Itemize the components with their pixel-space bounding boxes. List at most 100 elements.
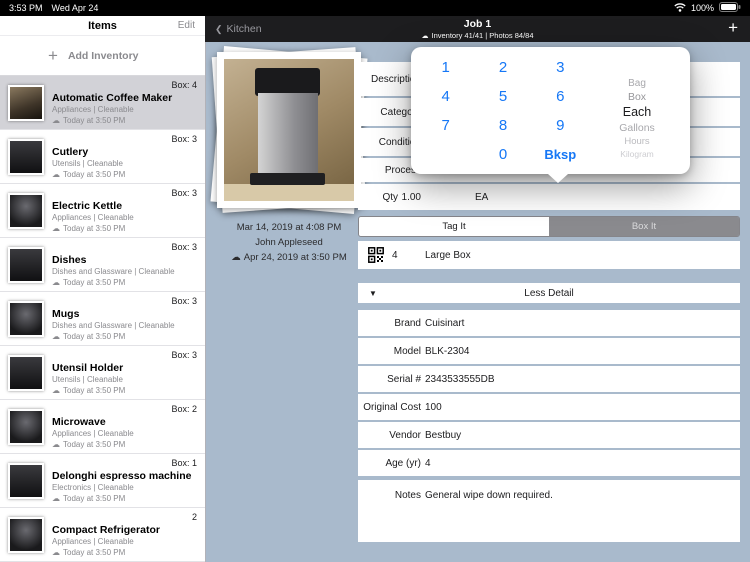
item-category: Appliances | Cleanable (52, 105, 134, 114)
numeric-keypad: 1 2 3 4 5 6 7 8 9 0 Bksp (417, 53, 589, 169)
brand-field[interactable]: Brand Cuisinart (358, 310, 740, 336)
age-field[interactable]: Age (yr) 4 (358, 450, 740, 476)
item-box-label: Box: 4 (171, 80, 197, 90)
list-item-cutlery[interactable]: Box: 3 Cutlery Utensils | Cleanable ☁ Tod… (0, 130, 205, 184)
photo-taken-date: Mar 14, 2019 at 4:08 PM (236, 222, 342, 233)
vendor-field[interactable]: Vendor Bestbuy (358, 422, 740, 448)
item-thumbnail (8, 301, 44, 337)
cloud-icon: ☁ (52, 278, 60, 287)
popover-arrow (548, 174, 568, 183)
item-thumbnail (8, 463, 44, 499)
item-photo-stack[interactable] (210, 46, 368, 214)
unit-option-gallons[interactable]: Gallons (592, 121, 682, 135)
model-value[interactable]: BLK-2304 (425, 346, 469, 357)
item-synced: Today at 3:50 PM (63, 224, 126, 233)
notes-field[interactable]: Notes General wipe down required. (358, 480, 740, 542)
status-date: Wed Apr 24 (51, 3, 99, 13)
sync-summary: ☁ Inventory 41/41 | Photos 84/84 (205, 31, 750, 42)
key-6[interactable]: 6 (532, 82, 589, 111)
cloud-icon: ☁ (52, 170, 60, 179)
wifi-icon (674, 2, 686, 14)
list-item-automatic-coffee-maker[interactable]: Box: 4 Automatic Coffee Maker Appliances… (0, 76, 205, 130)
item-category: Dishes and Glassware | Cleanable (52, 321, 175, 330)
item-category: Electronics | Cleanable (52, 483, 134, 492)
cloud-icon: ☁ (52, 440, 60, 449)
less-detail-label: Less Detail (524, 287, 574, 299)
item-box-label: Box: 3 (171, 188, 197, 198)
key-2[interactable]: 2 (474, 53, 531, 82)
item-name: Electric Kettle (52, 200, 123, 212)
unit-option-bag[interactable]: Bag (592, 77, 682, 90)
unit-option-kilogram[interactable]: Kilogram (592, 148, 682, 160)
list-item-mugs[interactable]: Box: 3 Mugs Dishes and Glassware | Clean… (0, 292, 205, 346)
item-box-label: Box: 3 (171, 134, 197, 144)
backspace-key[interactable]: Bksp (532, 140, 589, 169)
unit-option-box[interactable]: Box (592, 90, 682, 104)
qty-unit[interactable]: EA (475, 192, 488, 203)
list-item-compact-refrigerator[interactable]: 2 Compact Refrigerator Appliances | Clea… (0, 508, 205, 562)
quantity-keypad-popover: 1 2 3 4 5 6 7 8 9 0 Bksp Bag Box Each Ga… (411, 47, 690, 183)
model-field[interactable]: Model BLK-2304 (358, 338, 740, 364)
notes-label: Notes (394, 490, 421, 501)
detail-content: Mar 14, 2019 at 4:08 PM John Appleseed ☁… (205, 42, 750, 562)
edit-button[interactable]: Edit (178, 20, 195, 31)
unit-picker: Bag Box Each Gallons Hours Kilogram (592, 77, 682, 160)
brand-value[interactable]: Cuisinart (425, 318, 464, 329)
age-label: Age (yr) (385, 457, 421, 469)
list-item-electric-kettle[interactable]: Box: 3 Electric Kettle Appliances | Clea… (0, 184, 205, 238)
item-synced: Today at 3:50 PM (63, 440, 126, 449)
add-inventory-button[interactable]: + Add Inventory (0, 36, 205, 76)
key-9[interactable]: 9 (532, 111, 589, 140)
cloud-icon: ☁ (52, 332, 60, 341)
quantity-field[interactable]: Qty 1.00 EA (358, 184, 740, 210)
item-photo[interactable] (217, 52, 361, 208)
item-category: Appliances | Cleanable (52, 537, 134, 546)
item-name: Cutlery (52, 146, 89, 158)
battery-percent: 100% (690, 3, 714, 13)
original-cost-value[interactable]: 100 (425, 402, 442, 413)
notes-value[interactable]: General wipe down required. (425, 490, 553, 501)
key-0[interactable]: 0 (474, 140, 531, 169)
list-item-delonghi-espresso-machine[interactable]: Box: 1 Delonghi espresso machine Electro… (0, 454, 205, 508)
tag-it-button[interactable]: Tag It (359, 217, 549, 236)
key-8[interactable]: 8 (474, 111, 531, 140)
item-category: Utensils | Cleanable (52, 375, 124, 384)
list-item-utensil-holder[interactable]: Box: 3 Utensil Holder Utensils | Cleanab… (0, 346, 205, 400)
item-thumbnail (8, 247, 44, 283)
cloud-icon: ☁ (52, 224, 60, 233)
box-it-button[interactable]: Box It (549, 217, 739, 236)
key-1[interactable]: 1 (417, 53, 474, 82)
item-synced: Today at 3:50 PM (63, 494, 126, 503)
list-item-microwave[interactable]: Box: 2 Microwave Appliances | Cleanable … (0, 400, 205, 454)
items-sidebar: Items Edit + Add Inventory Box: 4 Automa… (0, 16, 205, 562)
unit-option-each-selected[interactable]: Each (592, 104, 682, 121)
key-4[interactable]: 4 (417, 82, 474, 111)
original-cost-field[interactable]: Original Cost 100 (358, 394, 740, 420)
item-name: Dishes (52, 254, 87, 266)
key-5[interactable]: 5 (474, 82, 531, 111)
item-synced: Today at 3:50 PM (63, 170, 126, 179)
item-synced: Today at 3:50 PM (63, 548, 126, 557)
item-name: Mugs (52, 308, 80, 320)
list-item-dishes[interactable]: Box: 3 Dishes Dishes and Glassware | Cle… (0, 238, 205, 292)
key-7[interactable]: 7 (417, 111, 474, 140)
serial-field[interactable]: Serial # 2343533555DB (358, 366, 740, 392)
add-button[interactable]: + (728, 18, 738, 38)
item-name: Utensil Holder (52, 362, 124, 374)
box-assignment-row[interactable]: 4 Large Box (358, 241, 740, 269)
item-synced: Today at 3:50 PM (63, 332, 126, 341)
vendor-value[interactable]: Bestbuy (425, 430, 461, 441)
qty-value[interactable]: 1.00 (398, 192, 421, 203)
model-label: Model (393, 345, 421, 357)
cloud-icon: ☁ (421, 33, 429, 40)
key-3[interactable]: 3 (532, 53, 589, 82)
status-bar: 3:53 PM Wed Apr 24 100% (0, 0, 750, 16)
serial-value[interactable]: 2343533555DB (425, 374, 495, 385)
status-time: 3:53 PM (9, 3, 43, 13)
status-time-date: 3:53 PM Wed Apr 24 (9, 3, 107, 13)
item-synced: Today at 3:50 PM (63, 386, 126, 395)
age-value[interactable]: 4 (425, 458, 431, 469)
unit-option-hours[interactable]: Hours (592, 135, 682, 148)
photo-author: John Appleseed (255, 237, 323, 248)
less-detail-toggle[interactable]: ▼ Less Detail (358, 283, 740, 303)
